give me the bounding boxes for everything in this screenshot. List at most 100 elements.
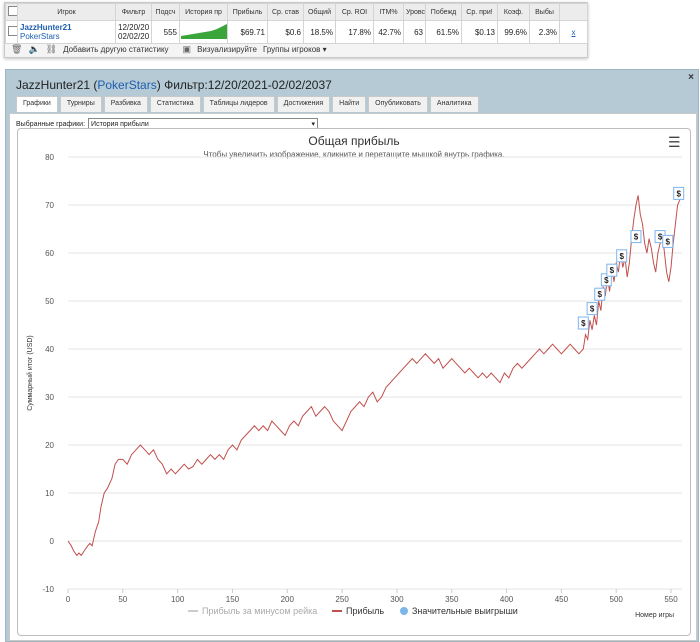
title-filter: ) Фильтр:12/20/2021-02/02/2037	[156, 78, 332, 92]
close-icon[interactable]: ×	[688, 72, 694, 83]
x-tick-label: 500	[610, 595, 624, 604]
y-tick-label: 80	[45, 153, 54, 162]
x-tick-label: 300	[390, 595, 404, 604]
visualize-link[interactable]: Визуализируйте	[197, 45, 257, 54]
header-player[interactable]: Игрок	[17, 3, 116, 21]
window-title: JazzHunter21 (PokerStars) Фильтр:12/20/2…	[16, 78, 332, 92]
tab-achievements[interactable]: Достижения	[276, 96, 331, 112]
x-tick-label: 550	[664, 595, 678, 604]
y-tick-label: 70	[45, 201, 54, 210]
tab-content: Выбранные графики: История прибыли ▾ Обща…	[9, 113, 697, 641]
add-stats-link[interactable]: Добавить другую статистику	[63, 45, 168, 54]
player-site[interactable]: PokerStars	[20, 32, 113, 41]
table-row: JazzHunter21 PokerStars 12/20/20 02/02/2…	[5, 20, 588, 44]
tab-find[interactable]: Найти	[332, 96, 367, 112]
legend-big-wins: Значительные выигрыши	[412, 606, 518, 616]
player-cell[interactable]: JazzHunter21 PokerStars	[17, 20, 116, 44]
header-avg-roi[interactable]: Ср. ROI	[335, 3, 374, 21]
player-name[interactable]: JazzHunter21	[20, 23, 113, 32]
x-tick-label: 0	[66, 595, 71, 604]
count-cell: 555	[151, 20, 180, 44]
tab-charts[interactable]: Графики	[16, 96, 58, 112]
y-tick-label: 30	[45, 393, 54, 402]
header-won[interactable]: Побежд	[425, 3, 462, 21]
big-win-flag-label: $	[676, 189, 681, 198]
chart-selector-label: Выбранные графики:	[16, 120, 86, 128]
x-tick-label: 350	[445, 595, 459, 604]
tab-leaderboards[interactable]: Таблицы лидеров	[202, 96, 275, 112]
stats-panel: Игрок Фильтр Подсч История пр Прибыль Ср…	[4, 2, 588, 58]
header-count[interactable]: Подсч	[151, 3, 180, 21]
header-history[interactable]: История пр	[179, 3, 228, 21]
speaker-icon[interactable]: 🔈	[28, 44, 39, 55]
link-icon[interactable]: ⛓	[46, 44, 57, 55]
filter-cell: 12/20/20 02/02/20	[115, 20, 152, 44]
header-total[interactable]: Общий	[303, 3, 336, 21]
tab-publish[interactable]: Опубликовать	[368, 96, 428, 112]
legend-rake: Прибыль за минусом рейка	[202, 606, 317, 616]
y-tick-label: 0	[50, 537, 55, 546]
y-tick-label: 20	[45, 441, 54, 450]
big-win-flag-label: $	[590, 305, 595, 314]
level-cell: 63	[403, 20, 426, 44]
profit-chart[interactable]: Общая прибыль Чтобы увеличить изображение…	[18, 129, 690, 635]
avg-stake-cell: $0.6	[267, 20, 304, 44]
header-avg-stake[interactable]: Ср. став	[267, 3, 304, 21]
player-groups-dropdown[interactable]: Группы игроков ▾	[263, 45, 327, 54]
stats-toolbar: 🗑 🔈 ⛓ Добавить другую статистику ▣ Визуа…	[11, 43, 327, 55]
header-filter[interactable]: Фильтр	[115, 3, 152, 21]
big-win-flag-label: $	[604, 276, 609, 285]
y-tick-label: 10	[45, 489, 54, 498]
filter-start: 12/20/20	[118, 23, 150, 32]
chart-container: Общая прибыль Чтобы увеличить изображение…	[17, 128, 691, 636]
tab-tournaments[interactable]: Турниры	[59, 96, 102, 112]
tab-breakdown[interactable]: Разбивка	[103, 96, 148, 112]
itm-cell: 42.7%	[373, 20, 404, 44]
header-itm[interactable]: ITM%	[373, 3, 404, 21]
stats-table: Игрок Фильтр Подсч История пр Прибыль Ср…	[5, 3, 588, 44]
coef-cell: 99.6%	[497, 20, 530, 44]
won-cell: 61.5%	[425, 20, 462, 44]
chart-title: Общая прибыль	[308, 134, 399, 148]
remove-row-link[interactable]: x	[559, 20, 588, 44]
trash-icon[interactable]: 🗑	[11, 44, 22, 55]
header-coef[interactable]: Коэф.	[497, 3, 530, 21]
history-sparkline	[179, 20, 228, 44]
tab-statistics[interactable]: Статистика	[149, 96, 201, 112]
tab-analytics[interactable]: Аналитика	[429, 96, 479, 112]
x-tick-label: 150	[226, 595, 240, 604]
header-profit[interactable]: Прибыль	[227, 3, 268, 21]
title-player: JazzHunter21 (	[16, 78, 98, 92]
avg-prize-cell: $0.13	[461, 20, 498, 44]
header-out[interactable]: Выбы	[529, 3, 560, 21]
y-axis-label: Суммарный итог (USD)	[26, 335, 34, 411]
header-level[interactable]: Уровс	[403, 3, 426, 21]
caret-down-icon: ▾	[322, 44, 327, 54]
header-avg-prize[interactable]: Ср. при!	[461, 3, 498, 21]
total-cell: 18.5%	[303, 20, 336, 44]
y-tick-label: -10	[42, 585, 54, 594]
big-win-flag-label: $	[581, 319, 586, 328]
x-axis-label: Номер игры	[635, 612, 674, 619]
select-all-checkbox[interactable]	[5, 3, 18, 21]
big-win-flag-label: $	[610, 266, 615, 275]
big-win-flag-label: $	[619, 252, 624, 261]
chart-subtitle: Чтобы увеличить изображение, кликните и …	[203, 150, 504, 159]
chevron-down-icon: ▾	[311, 121, 316, 128]
legend-marker-big-wins	[400, 607, 408, 615]
header-empty	[559, 3, 588, 21]
menu-icon[interactable]: ☰	[668, 134, 681, 150]
x-tick-label: 400	[500, 595, 514, 604]
x-tick-label: 200	[281, 595, 295, 604]
image-icon[interactable]: ▣	[183, 44, 192, 55]
x-tick-label: 100	[171, 595, 185, 604]
profit-cell: $69.71	[227, 20, 268, 44]
chart-selector-value: История прибыли	[91, 120, 149, 128]
x-tick-label: 250	[335, 595, 349, 604]
avg-roi-cell: 17.8%	[335, 20, 374, 44]
x-tick-label: 50	[118, 595, 127, 604]
big-win-flag-label: $	[634, 233, 639, 242]
row-checkbox[interactable]	[5, 20, 18, 44]
big-win-flag-label: $	[658, 233, 663, 242]
y-tick-label: 50	[45, 297, 54, 306]
